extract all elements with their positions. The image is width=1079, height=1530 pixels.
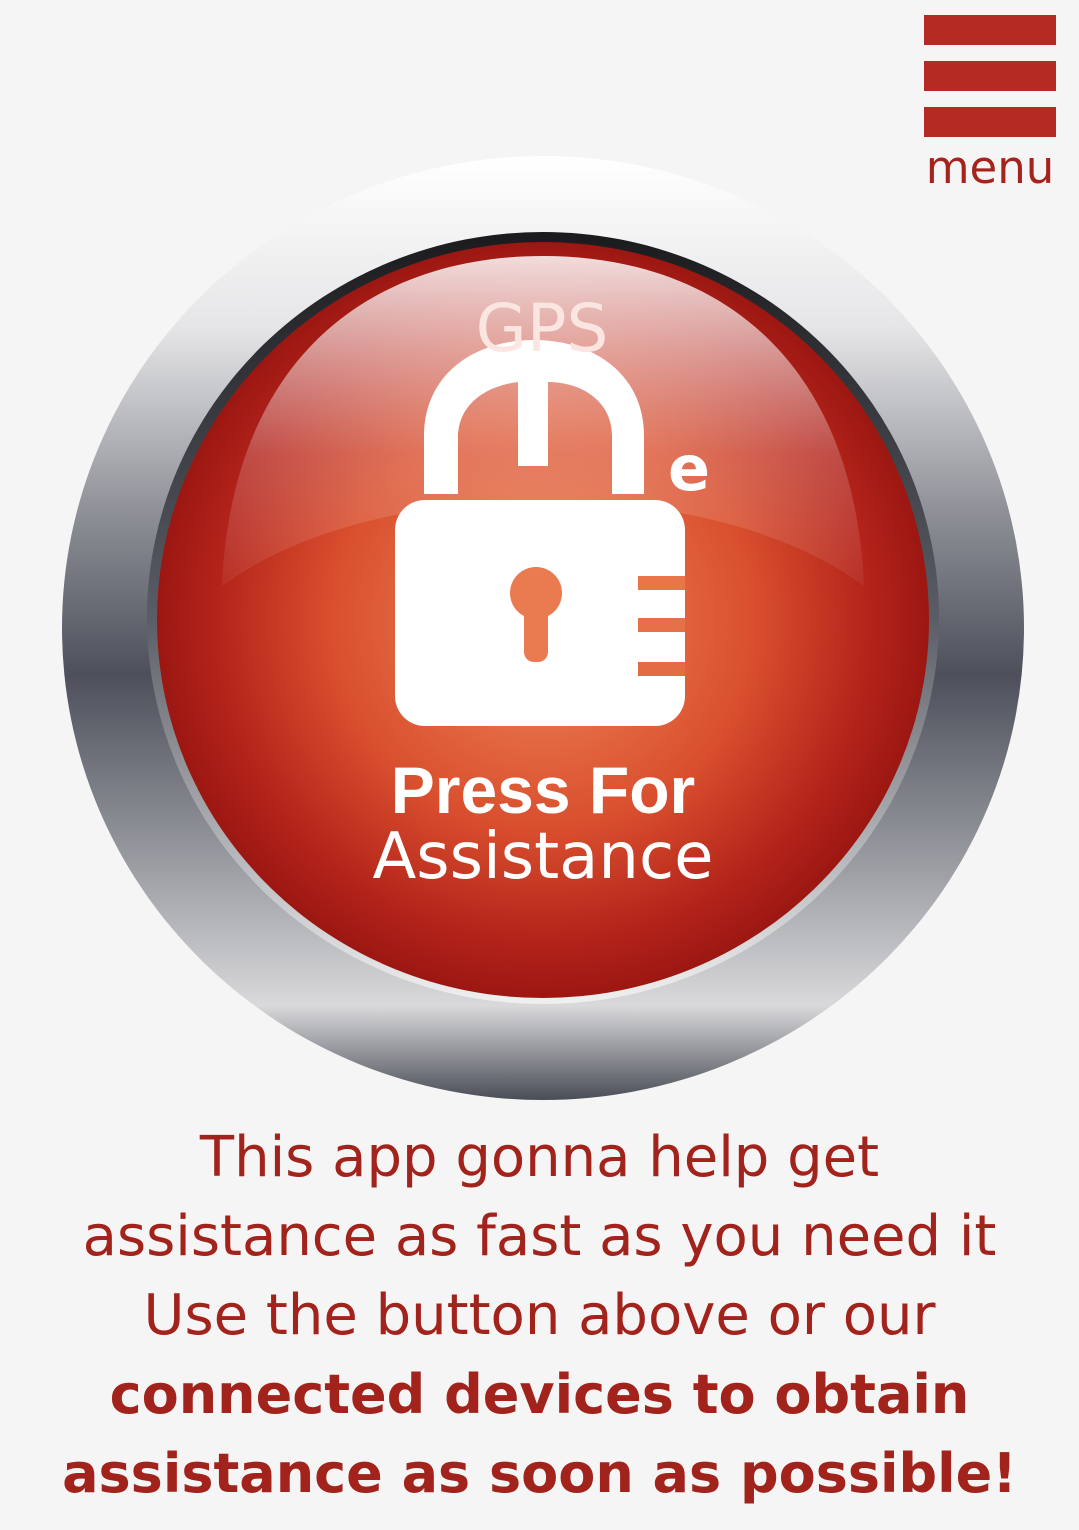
logo-side-letter: e	[668, 432, 710, 505]
description-line-1: This app gonna help get	[199, 1125, 880, 1190]
hamburger-icon-bar-1	[924, 15, 1056, 45]
press-for-label: Press For	[390, 753, 696, 827]
app-description: This app gonna help get assistance as fa…	[20, 1118, 1059, 1513]
description-line-3: Use the button above or our	[143, 1283, 936, 1348]
description-line-5: assistance as soon as possible!	[62, 1442, 1017, 1505]
assistance-label: Assistance	[372, 820, 714, 894]
hamburger-icon-bar-3	[924, 107, 1056, 137]
description-line-2: assistance as fast as you need it	[82, 1204, 997, 1269]
hamburger-icon-bar-2	[924, 61, 1056, 91]
description-line-4: connected devices to obtain	[109, 1363, 970, 1426]
press-for-assistance-button[interactable]: e GPS Press For Assistance	[62, 156, 1024, 1100]
logo-gps-text: GPS	[475, 290, 609, 367]
